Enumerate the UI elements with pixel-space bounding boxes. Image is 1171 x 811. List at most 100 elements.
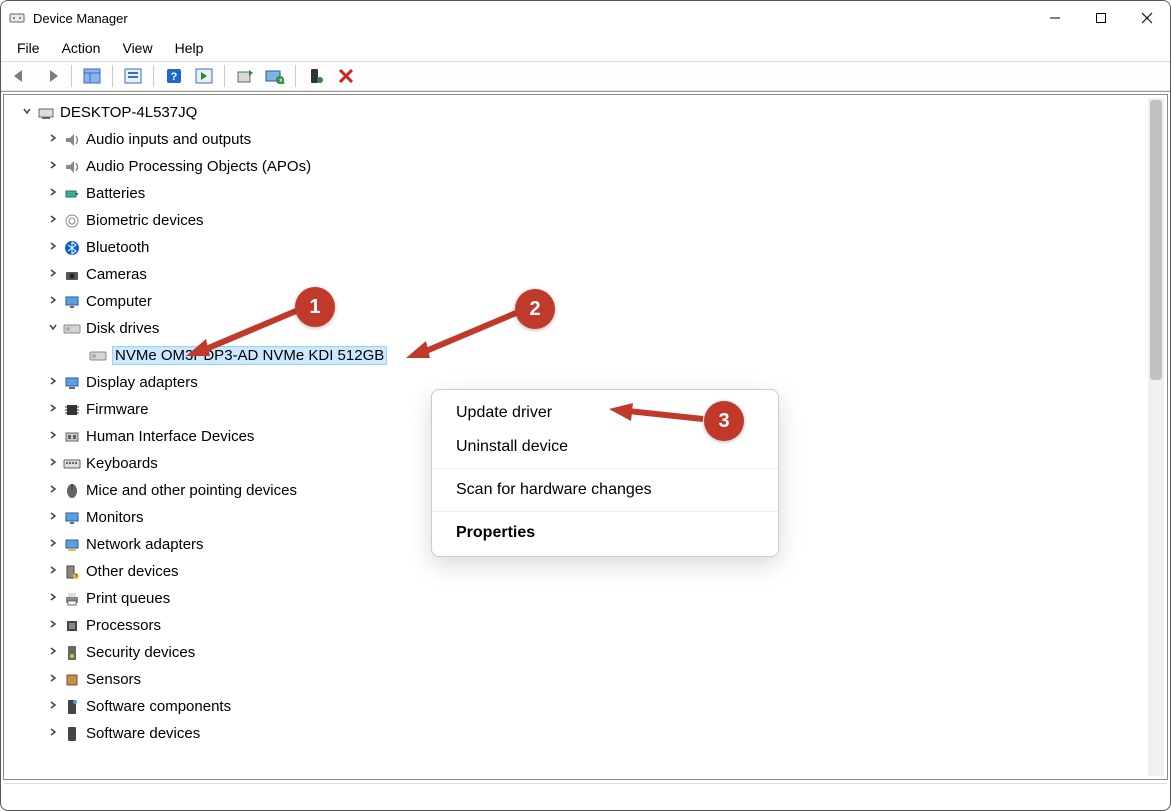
toolbar-separator	[153, 65, 154, 87]
tree-item-biometric[interactable]: Biometric devices	[8, 207, 1167, 234]
tree-item-label: Sensors	[86, 671, 141, 688]
annotation-arrow-2	[396, 303, 526, 363]
tree-item-label: Human Interface Devices	[86, 428, 254, 445]
context-scan-hardware[interactable]: Scan for hardware changes	[432, 473, 778, 507]
expand-icon[interactable]	[44, 133, 62, 146]
tree-root[interactable]: DESKTOP-4L537JQ	[8, 99, 1167, 126]
disk-icon	[88, 346, 108, 366]
vertical-scrollbar[interactable]	[1148, 98, 1164, 776]
unknown-device-icon: ?	[62, 562, 82, 582]
expand-icon[interactable]	[44, 241, 62, 254]
tree-item-apo[interactable]: Audio Processing Objects (APOs)	[8, 153, 1167, 180]
tree-item-label: Keyboards	[86, 455, 158, 472]
update-driver-button[interactable]	[231, 63, 259, 89]
properties-button[interactable]	[119, 63, 147, 89]
tree-root-label: DESKTOP-4L537JQ	[60, 104, 197, 121]
menu-help[interactable]: Help	[165, 38, 214, 58]
tree-item-other[interactable]: ? Other devices	[8, 558, 1167, 585]
battery-icon	[62, 184, 82, 204]
expand-icon[interactable]	[44, 538, 62, 551]
network-icon	[62, 535, 82, 555]
chip-icon	[62, 400, 82, 420]
expand-icon[interactable]	[44, 214, 62, 227]
toolbar-separator	[71, 65, 72, 87]
close-button[interactable]	[1124, 1, 1170, 35]
expand-icon[interactable]	[44, 673, 62, 686]
fingerprint-icon	[62, 211, 82, 231]
tree-item-audio-inputs[interactable]: Audio inputs and outputs	[8, 126, 1167, 153]
expand-icon[interactable]	[44, 160, 62, 173]
scrollbar-thumb[interactable]	[1150, 100, 1162, 380]
expand-icon[interactable]	[44, 565, 62, 578]
menu-action[interactable]: Action	[52, 38, 111, 58]
enable-device-button[interactable]	[302, 63, 330, 89]
tree-item-label: Other devices	[86, 563, 179, 580]
expand-icon[interactable]	[44, 295, 62, 308]
show-hide-tree-button[interactable]	[78, 63, 106, 89]
context-separator	[432, 511, 778, 512]
uninstall-device-button[interactable]	[332, 63, 360, 89]
help-button[interactable]: ?	[160, 63, 188, 89]
tree-item-label: Network adapters	[86, 536, 204, 553]
tree-item-batteries[interactable]: Batteries	[8, 180, 1167, 207]
collapse-icon[interactable]	[18, 106, 36, 119]
back-button[interactable]	[7, 63, 35, 89]
tree-item-sensors[interactable]: Sensors	[8, 666, 1167, 693]
action-button[interactable]	[190, 63, 218, 89]
expand-icon[interactable]	[44, 403, 62, 416]
tree-item-software-devices[interactable]: Software devices	[8, 720, 1167, 747]
tree-item-label: Bluetooth	[86, 239, 149, 256]
expand-icon[interactable]	[44, 511, 62, 524]
tree-item-label: Batteries	[86, 185, 145, 202]
computer-icon	[36, 103, 56, 123]
statusbar	[4, 783, 1167, 807]
hid-icon	[62, 427, 82, 447]
toolbar-separator	[295, 65, 296, 87]
expand-icon[interactable]	[44, 700, 62, 713]
menu-file[interactable]: File	[7, 38, 50, 58]
monitor-icon	[62, 292, 82, 312]
speaker-icon	[62, 130, 82, 150]
monitor-icon	[62, 508, 82, 528]
expand-icon[interactable]	[44, 646, 62, 659]
window-controls	[1032, 1, 1170, 35]
maximize-button[interactable]	[1078, 1, 1124, 35]
collapse-icon[interactable]	[44, 322, 62, 335]
menubar: File Action View Help	[1, 35, 1170, 61]
tree-item-processors[interactable]: Processors	[8, 612, 1167, 639]
tree-item-label: Computer	[86, 293, 152, 310]
tree-item-label: Software devices	[86, 725, 200, 742]
expand-icon[interactable]	[44, 376, 62, 389]
svg-text:?: ?	[75, 574, 78, 580]
expand-icon[interactable]	[44, 457, 62, 470]
expand-icon[interactable]	[44, 727, 62, 740]
tree-item-software-components[interactable]: Software components	[8, 693, 1167, 720]
titlebar: Device Manager	[1, 1, 1170, 35]
security-icon	[62, 643, 82, 663]
tree-item-cameras[interactable]: Cameras	[8, 261, 1167, 288]
tree-item-printers[interactable]: Print queues	[8, 585, 1167, 612]
expand-icon[interactable]	[44, 187, 62, 200]
menu-view[interactable]: View	[112, 38, 162, 58]
expand-icon[interactable]	[44, 268, 62, 281]
tree-item-bluetooth[interactable]: Bluetooth	[8, 234, 1167, 261]
tree-item-label: Security devices	[86, 644, 195, 661]
context-properties[interactable]: Properties	[432, 516, 778, 550]
app-icon	[9, 10, 25, 26]
scan-hardware-button[interactable]	[261, 63, 289, 89]
forward-button[interactable]	[37, 63, 65, 89]
svg-text:?: ?	[171, 71, 178, 83]
expand-icon[interactable]	[44, 592, 62, 605]
minimize-button[interactable]	[1032, 1, 1078, 35]
expand-icon[interactable]	[44, 619, 62, 632]
expand-icon[interactable]	[44, 484, 62, 497]
display-adapter-icon	[62, 373, 82, 393]
camera-icon	[62, 265, 82, 285]
tree-item-label: Audio inputs and outputs	[86, 131, 251, 148]
expand-icon[interactable]	[44, 430, 62, 443]
keyboard-icon	[62, 454, 82, 474]
tree-item-security[interactable]: Security devices	[8, 639, 1167, 666]
annotation-badge-1: 1	[295, 287, 335, 327]
toolbar-separator	[112, 65, 113, 87]
mouse-icon	[62, 481, 82, 501]
